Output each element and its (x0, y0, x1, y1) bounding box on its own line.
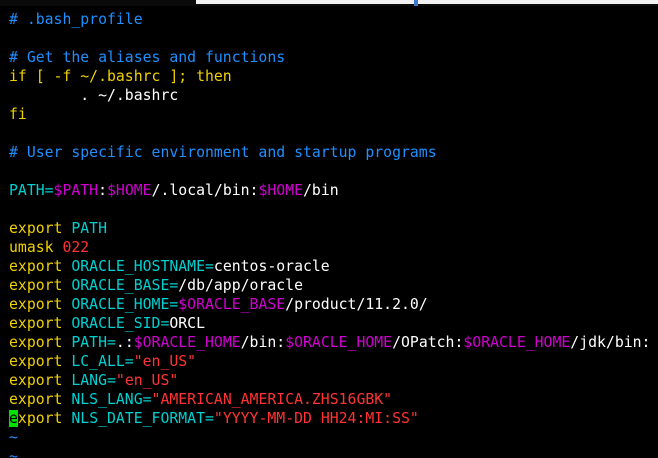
code-token: LC_ALL= (71, 353, 134, 370)
code-token: /db/app/oracle (178, 277, 303, 294)
code-token: ORCL (169, 315, 205, 332)
code-token: $HOME (258, 182, 304, 199)
editor-line: export PATH (9, 219, 658, 238)
code-token: .: (115, 334, 134, 351)
code-token: /bin (303, 182, 339, 199)
code-token: export (9, 258, 72, 275)
code-token: # .bash_profile (9, 11, 143, 28)
code-token: ORACLE_HOME= (71, 296, 179, 313)
editor-line: fi (9, 105, 658, 124)
editor-line: # Get the aliases and functions (9, 48, 658, 67)
code-token: xport (17, 410, 72, 427)
tab-strip-left[interactable] (196, 0, 414, 4)
code-token: "en_US" (115, 372, 179, 389)
code-token: if [ -f ~/.bashrc ]; then (9, 68, 232, 85)
code-token: PATH= (71, 334, 116, 351)
code-token: /jdk/bin: (570, 334, 651, 351)
code-token: ~ (9, 448, 18, 458)
code-token: "YYYY-MM-DD HH24:MI:SS" (213, 410, 419, 427)
code-token: . ~/.bashrc (9, 87, 179, 104)
code-token: $PATH (53, 182, 99, 199)
code-token: PATH= (9, 182, 54, 199)
editor-line: . ~/.bashrc (9, 86, 658, 105)
editor-line: ~ (9, 447, 658, 458)
code-token: $HOME (107, 182, 152, 199)
terminal-window: # .bash_profile # Get the aliases and fu… (0, 0, 658, 458)
code-token: : (98, 182, 108, 199)
editor-line: # .bash_profile (9, 10, 658, 29)
editor-line: export ORACLE_SID=ORCL (9, 314, 658, 333)
code-token: /.local/bin: (151, 182, 259, 199)
editor-line: export PATH=.:$ORACLE_HOME/bin:$ORACLE_H… (9, 333, 658, 352)
code-token: NLS_DATE_FORMAT= (71, 410, 214, 427)
code-token: ~ (9, 429, 18, 446)
editor-line: # User specific environment and startup … (9, 143, 658, 162)
code-token: export (9, 372, 72, 389)
code-token: export (9, 334, 72, 351)
code-token: PATH (71, 220, 107, 237)
code-token: $ORACLE_BASE (178, 296, 286, 313)
code-token: export (9, 391, 72, 408)
text-cursor: e (9, 410, 18, 427)
code-token: NLS_LANG= (71, 391, 152, 408)
code-token: fi (9, 106, 27, 123)
editor-line: export LC_ALL="en_US" (9, 352, 658, 371)
code-token: "AMERICAN_AMERICA.ZHS16GBK" (151, 391, 393, 408)
code-token: ORACLE_HOSTNAME= (71, 258, 214, 275)
editor-line: export LANG="en_US" (9, 371, 658, 390)
code-token: umask (9, 239, 63, 256)
code-token: export (9, 315, 72, 332)
code-token: ORACLE_BASE= (71, 277, 179, 294)
editor-line: export NLS_LANG="AMERICAN_AMERICA.ZHS16G… (9, 390, 658, 409)
code-token: export (9, 220, 72, 237)
code-token: export (9, 277, 72, 294)
code-token: $ORACLE_HOME (133, 334, 241, 351)
editor-line: umask 022 (9, 238, 658, 257)
code-token: /bin: (240, 334, 286, 351)
editor-line: ~ (9, 428, 658, 447)
code-token: # Get the aliases and functions (9, 49, 286, 66)
editor-line: export ORACLE_HOSTNAME=centos-oracle (9, 257, 658, 276)
code-token: LANG= (71, 372, 116, 389)
editor-line: PATH=$PATH:$HOME/.local/bin:$HOME/bin (9, 181, 658, 200)
code-token: 022 (62, 239, 90, 256)
code-token: /OPatch: (392, 334, 464, 351)
code-token: ORACLE_SID= (71, 315, 170, 332)
editor-line: export NLS_DATE_FORMAT="YYYY-MM-DD HH24:… (9, 409, 658, 428)
code-token: /product/11.2.0/ (285, 296, 428, 313)
tab-strip-right[interactable] (418, 0, 658, 4)
editor-line: export ORACLE_HOME=$ORACLE_BASE/product/… (9, 295, 658, 314)
code-token: export (9, 296, 72, 313)
code-token: export (9, 353, 72, 370)
code-token: $ORACLE_HOME (285, 334, 393, 351)
code-token: $ORACLE_HOME (463, 334, 571, 351)
code-token: "en_US" (133, 353, 197, 370)
code-token: # User specific environment and startup … (9, 144, 437, 161)
code-token: centos-oracle (213, 258, 330, 275)
vim-editor-buffer[interactable]: # .bash_profile # Get the aliases and fu… (9, 10, 658, 458)
editor-line: export ORACLE_BASE=/db/app/oracle (9, 276, 658, 295)
editor-line: if [ -f ~/.bashrc ]; then (9, 67, 658, 86)
